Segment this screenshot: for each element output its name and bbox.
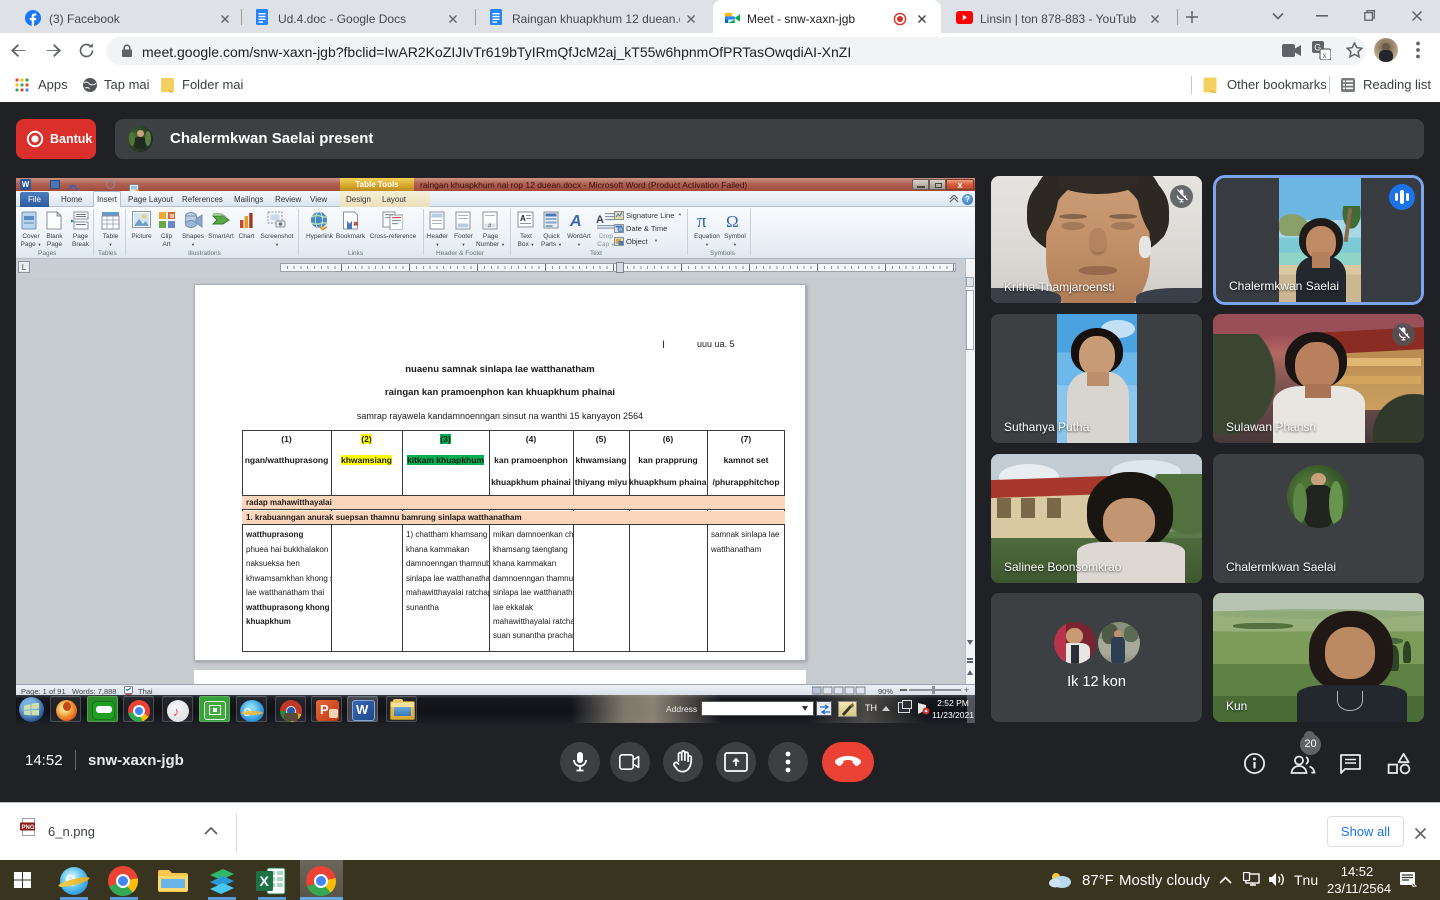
svg-text:X: X xyxy=(260,873,270,889)
svg-text:x: x xyxy=(1323,51,1327,60)
svg-text:PNG: PNG xyxy=(22,825,35,831)
